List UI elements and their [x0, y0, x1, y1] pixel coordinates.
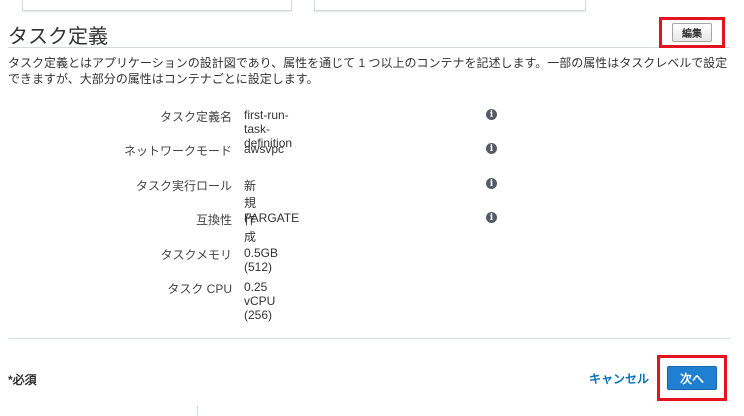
detail-value-task-cpu: 0.25 vCPU (256): [244, 280, 276, 322]
info-icon[interactable]: i: [486, 143, 497, 154]
edit-button[interactable]: 編集: [672, 23, 712, 42]
next-button-highlight: 次へ: [657, 355, 727, 401]
section-description: タスク定義とはアプリケーションの設計図であり、属性を通じて 1 つ以上のコンテナ…: [8, 56, 728, 86]
detail-value-compatibility: FARGATE: [244, 211, 300, 225]
detail-value-task-memory: 0.5GB (512): [244, 246, 279, 274]
required-note: *必須: [8, 373, 37, 387]
info-icon[interactable]: i: [486, 109, 497, 120]
cancel-link[interactable]: キャンセル: [589, 370, 649, 387]
previous-card-right: [314, 0, 586, 11]
detail-label-task-memory: タスクメモリ: [160, 248, 232, 262]
info-icon[interactable]: i: [486, 212, 497, 223]
section-title: タスク定義: [8, 26, 108, 48]
previous-card-left: [22, 0, 292, 11]
detail-label-task-definition-name: タスク定義名: [159, 110, 232, 124]
detail-label-task-cpu: タスク CPU: [167, 282, 232, 296]
lower-panel-edge: [197, 406, 198, 416]
next-button[interactable]: 次へ: [667, 366, 717, 390]
detail-label-compatibility: 互換性: [195, 213, 232, 227]
title-divider: [8, 47, 730, 48]
footer-divider: [8, 338, 730, 339]
info-icon[interactable]: i: [486, 178, 497, 189]
detail-label-network-mode: ネットワークモード: [123, 144, 232, 158]
edit-button-highlight: 編集: [659, 17, 725, 48]
detail-label-task-execution-role: タスク実行ロール: [135, 179, 232, 193]
detail-value-network-mode: awsvpc: [244, 142, 285, 156]
